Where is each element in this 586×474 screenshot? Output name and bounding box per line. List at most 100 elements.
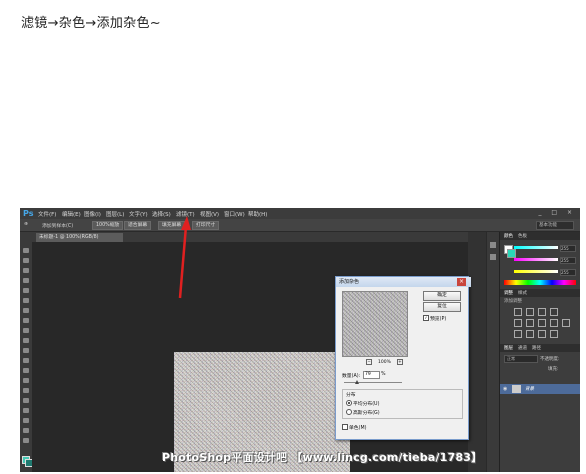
green-slider[interactable] (514, 258, 558, 261)
sample-checkbox-label[interactable]: 添加到样本(C) (42, 222, 73, 229)
move-tool-icon[interactable] (23, 248, 29, 253)
tab-swatches[interactable]: 色板 (518, 233, 527, 239)
gaussian-label: 高斯分布(G) (353, 411, 380, 416)
bw-icon[interactable] (550, 319, 558, 327)
red-value[interactable]: 255 (560, 245, 576, 252)
ok-button[interactable]: 确定 (423, 291, 461, 301)
eyedropper-tool-icon[interactable] (23, 298, 29, 303)
exposure-icon[interactable] (550, 308, 558, 316)
dodge-tool-icon[interactable] (23, 378, 29, 383)
distribution-label: 分布 (346, 393, 356, 398)
menu-file[interactable]: 文件(F) (38, 210, 56, 218)
layer-thumbnail (512, 385, 521, 393)
amount-slider-track[interactable] (344, 382, 402, 383)
distribution-group: 分布 平均分布(U) 高斯分布(G) (342, 389, 463, 419)
menu-help[interactable]: 帮助(H) (248, 210, 267, 218)
panel-dock (486, 232, 499, 472)
stamp-tool-icon[interactable] (23, 328, 29, 333)
layer-row[interactable]: ◉ 背景 (500, 384, 580, 394)
close-icon[interactable]: × (457, 278, 466, 286)
brush-tool-icon[interactable] (23, 318, 29, 323)
reset-button[interactable]: 复位 (423, 302, 461, 312)
color-panel-tabs: 颜色 色板 (500, 232, 580, 240)
posterize-icon[interactable] (526, 330, 534, 338)
zoom-out-icon[interactable]: − (366, 359, 372, 365)
tab-adjustments[interactable]: 调整 (504, 290, 513, 296)
color-spectrum[interactable] (504, 280, 576, 285)
preview-checkbox[interactable]: ✓ (423, 315, 429, 321)
watermark-text: PhotoShop平面设计吧 【www.lincg.com/tieba/1783… (162, 451, 483, 464)
crop-tool-icon[interactable] (23, 288, 29, 293)
right-panels: 颜色 色板 255 255 255 调整 样式 添加调整 图层 通道 路径 正常… (499, 232, 580, 472)
workspace-select[interactable]: 基本功能 (536, 221, 574, 230)
uniform-radio[interactable] (346, 400, 352, 406)
zoom-in-icon[interactable]: + (396, 359, 403, 365)
tab-paths[interactable]: 路径 (532, 345, 541, 351)
eye-icon[interactable]: ◉ (503, 386, 507, 392)
tools-panel (20, 242, 33, 472)
shape-tool-icon[interactable] (23, 418, 29, 423)
menu-layer[interactable]: 图层(L) (106, 210, 124, 218)
photo-filter-icon[interactable] (562, 319, 570, 327)
hand-tool-icon[interactable] (23, 428, 29, 433)
menu-image[interactable]: 图像(I) (84, 210, 101, 218)
color-bg-swatch[interactable] (507, 249, 516, 258)
healing-tool-icon[interactable] (23, 308, 29, 313)
menu-edit[interactable]: 编辑(E) (62, 210, 81, 218)
gaussian-radio[interactable] (346, 409, 352, 415)
blur-tool-icon[interactable] (23, 368, 29, 373)
blue-value[interactable]: 255 (560, 269, 576, 276)
options-bar: ⊕ 添加到样本(C) 100%缩放 适合屏幕 填充屏幕 打印尺寸 基本功能 (20, 219, 580, 232)
print-size-button[interactable]: 打印尺寸 (192, 221, 220, 230)
quick-select-tool-icon[interactable] (23, 278, 29, 283)
tab-color[interactable]: 颜色 (504, 233, 513, 239)
preview-label: 预览(P) (430, 317, 447, 322)
type-tool-icon[interactable] (23, 398, 29, 403)
curves-icon[interactable] (538, 308, 546, 316)
gradient-tool-icon[interactable] (23, 358, 29, 363)
properties-icon[interactable] (490, 254, 496, 260)
red-slider[interactable] (514, 246, 558, 249)
blend-mode-select[interactable]: 正常 (504, 355, 538, 363)
menu-type[interactable]: 文字(Y) (129, 210, 148, 218)
amount-unit: % (381, 372, 386, 377)
tab-styles[interactable]: 样式 (518, 290, 527, 296)
photoshop-window: Ps 文件(F) 编辑(E) 图像(I) 图层(L) 文字(Y) 选择(S) 滤… (20, 208, 580, 472)
marquee-tool-icon[interactable] (23, 258, 29, 263)
history-brush-tool-icon[interactable] (23, 338, 29, 343)
noise-preview[interactable] (342, 291, 408, 357)
lasso-tool-icon[interactable] (23, 268, 29, 273)
green-value[interactable]: 255 (560, 257, 576, 264)
fit-screen-button[interactable]: 适合屏幕 (124, 221, 152, 230)
color-balance-icon[interactable] (538, 319, 546, 327)
pen-tool-icon[interactable] (23, 388, 29, 393)
menu-view[interactable]: 视图(V) (200, 210, 219, 218)
menu-filter[interactable]: 滤镜(T) (176, 210, 195, 218)
doc-tab[interactable]: 未标题-1 @ 100%(RGB/8) (36, 233, 123, 242)
path-select-tool-icon[interactable] (23, 408, 29, 413)
zoom-tool-icon-2[interactable] (23, 438, 29, 443)
zoom-controls: − 100% + (360, 359, 409, 365)
vibrance-icon[interactable] (514, 319, 522, 327)
brightness-icon[interactable] (514, 308, 522, 316)
menu-select[interactable]: 选择(S) (152, 210, 171, 218)
mono-checkbox[interactable] (342, 424, 348, 430)
amount-input[interactable]: 79 (363, 371, 380, 379)
zoom-tool-icon[interactable]: ⊕ (24, 222, 28, 227)
blue-slider[interactable] (514, 270, 558, 273)
menu-window[interactable]: 窗口(W) (224, 210, 245, 218)
tab-layers[interactable]: 图层 (504, 345, 513, 351)
levels-icon[interactable] (526, 308, 534, 316)
history-icon[interactable] (490, 242, 496, 248)
fill-screen-button[interactable]: 填充屏幕 (158, 221, 186, 230)
gradient-map-icon[interactable] (550, 330, 558, 338)
add-noise-dialog: 添加杂色 × 确定 复位 ✓ 预览(P) −100% + 数量(A): 79 % … (335, 276, 471, 440)
window-controls[interactable]: _ □ × (538, 209, 576, 216)
hue-sat-icon[interactable] (526, 319, 534, 327)
zoom-100-button[interactable]: 100%缩放 (92, 221, 124, 230)
invert-icon[interactable] (514, 330, 522, 338)
amount-slider-thumb[interactable] (355, 380, 359, 384)
eraser-tool-icon[interactable] (23, 348, 29, 353)
tab-channels[interactable]: 通道 (518, 345, 527, 351)
threshold-icon[interactable] (538, 330, 546, 338)
